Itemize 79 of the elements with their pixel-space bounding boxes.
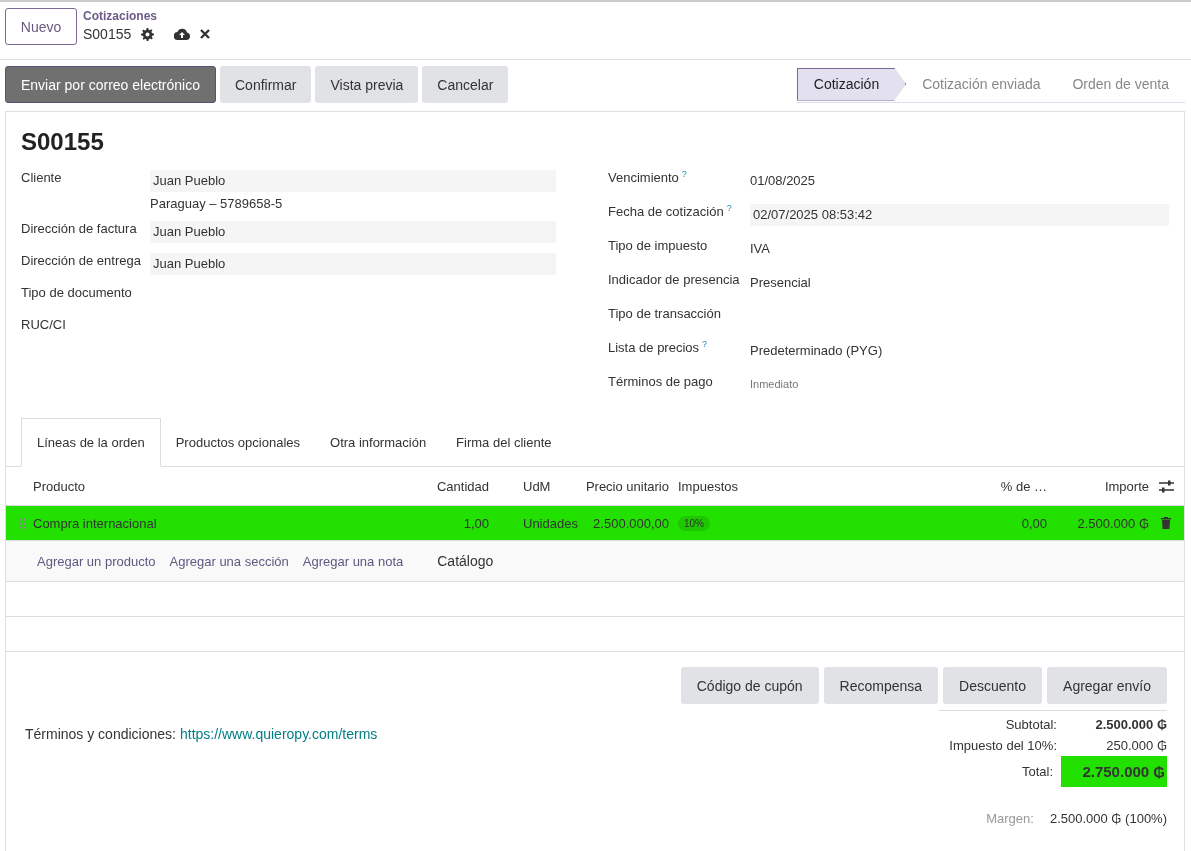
- add-line-link[interactable]: Agregar una sección: [169, 553, 289, 569]
- column-header[interactable]: UdM: [492, 478, 582, 494]
- total-label: Impuesto del 10%:: [949, 738, 1057, 753]
- secondary-button[interactable]: Recompensa: [823, 667, 939, 704]
- tax-tag: 10%: [678, 516, 710, 531]
- input-field[interactable]: 02/07/2025 08:53:42: [750, 204, 1169, 226]
- table-cell-text: 0,00: [1020, 515, 1048, 531]
- field-label: Indicador de presencia: [608, 272, 740, 287]
- add-line-link[interactable]: Agregar un producto: [37, 553, 156, 569]
- order-line-row[interactable]: Compra internacional 1,00 Unidades 2.500.000,00 10% 0,00 2.500.000 ₲: [6, 506, 1184, 541]
- settings-icon[interactable]: [141, 27, 155, 41]
- status-stage[interactable]: Cotización: [796, 67, 907, 101]
- total-label: Total:: [1021, 764, 1053, 779]
- table-cell-text: Compra internacional: [33, 515, 158, 531]
- column-header[interactable]: Producto: [33, 478, 400, 494]
- help-tooltip[interactable]: ?: [681, 170, 687, 179]
- add-line-link[interactable]: Agregar una nota: [302, 553, 404, 569]
- field-value: 01/08/2025: [750, 172, 817, 190]
- column-header[interactable]: Precio unitario: [582, 478, 672, 494]
- secondary-button[interactable]: Descuento: [943, 667, 1043, 704]
- help-tooltip[interactable]: ?: [726, 204, 732, 213]
- field-label: RUC/CI: [21, 317, 67, 334]
- table-cell-text: 1,00: [462, 515, 490, 531]
- new-button[interactable]: Nuevo: [5, 8, 77, 45]
- field-label: Tipo de impuesto: [608, 238, 708, 253]
- column-header[interactable]: Cantidad: [400, 478, 492, 494]
- catalog-button[interactable]: Catálogo: [417, 553, 502, 569]
- field-value: Predeterminado (PYG): [750, 342, 884, 360]
- field-value: IVA: [750, 240, 771, 258]
- column-settings-icon[interactable]: [1158, 479, 1174, 493]
- secondary-button[interactable]: Código de cupón: [680, 667, 819, 704]
- terms-link[interactable]: https://www.quieropy.com/terms: [179, 726, 378, 826]
- input-field[interactable]: Juan Pueblo: [150, 253, 556, 275]
- breadcrumb-link[interactable]: Cotizaciones: [83, 9, 211, 23]
- terms-label: Términos y condiciones:: [25, 726, 176, 744]
- table-cell-text: 2.500.000 ₲: [1076, 515, 1150, 531]
- total-value: 2.500.000 ₲: [1094, 716, 1167, 734]
- field-label: Tipo de documento: [21, 285, 133, 302]
- field-value: Presencial: [750, 274, 812, 292]
- action-button[interactable]: Vista previa: [315, 66, 419, 103]
- table-cell-text: Unidades: [522, 515, 579, 531]
- trash-icon[interactable]: [1161, 517, 1171, 529]
- field-detail: Paraguay – 5789658-5: [150, 196, 284, 211]
- secondary-button[interactable]: Agregar envío: [1047, 667, 1167, 704]
- column-header[interactable]: Impuestos: [672, 478, 900, 494]
- column-header[interactable]: % de …: [900, 478, 1050, 494]
- help-tooltip[interactable]: ?: [702, 340, 708, 349]
- cloud-upload-icon[interactable]: [174, 28, 191, 40]
- tab[interactable]: Otra información: [315, 418, 442, 467]
- margin-value: 2.500.000 ₲ (100%): [1049, 811, 1167, 826]
- field-label: Dirección de factura: [21, 221, 138, 238]
- tab[interactable]: Productos opcionales: [160, 418, 315, 467]
- field-label: Dirección de entrega: [21, 253, 142, 270]
- total-value: 2.750.000 ₲: [1061, 756, 1167, 787]
- action-button[interactable]: Confirmar: [220, 66, 312, 103]
- tab[interactable]: Líneas de la orden: [21, 418, 161, 467]
- margin-label: Margen:: [986, 811, 1034, 826]
- drag-handle-icon[interactable]: [18, 517, 26, 529]
- field-value: Inmediato: [750, 377, 800, 392]
- field-label: Lista de precios: [608, 340, 700, 355]
- status-stage[interactable]: Orden de venta: [1056, 67, 1185, 101]
- close-icon[interactable]: [200, 29, 211, 39]
- action-button[interactable]: Cancelar: [422, 66, 509, 103]
- input-field[interactable]: Juan Pueblo: [150, 170, 556, 192]
- table-cell-text: 2.500.000,00: [592, 515, 670, 531]
- field-label: Tipo de transacción: [608, 306, 721, 321]
- column-header[interactable]: Importe: [1050, 478, 1152, 494]
- field-label: Vencimiento: [608, 170, 679, 185]
- field-label: Cliente: [21, 170, 63, 187]
- total-value: 250.000 ₲: [1105, 737, 1167, 755]
- record-title: S00155: [21, 128, 105, 156]
- tab[interactable]: Firma del cliente: [441, 418, 567, 467]
- input-field[interactable]: Juan Pueblo: [150, 221, 556, 243]
- record-name: S00155: [83, 26, 132, 42]
- status-stage[interactable]: Cotización enviada: [906, 67, 1057, 101]
- total-label: Subtotal:: [1005, 717, 1057, 732]
- field-label: Fecha de cotización: [608, 204, 724, 219]
- field-label: Términos de pago: [608, 374, 713, 389]
- action-button[interactable]: Enviar por correo electrónico: [5, 66, 216, 103]
